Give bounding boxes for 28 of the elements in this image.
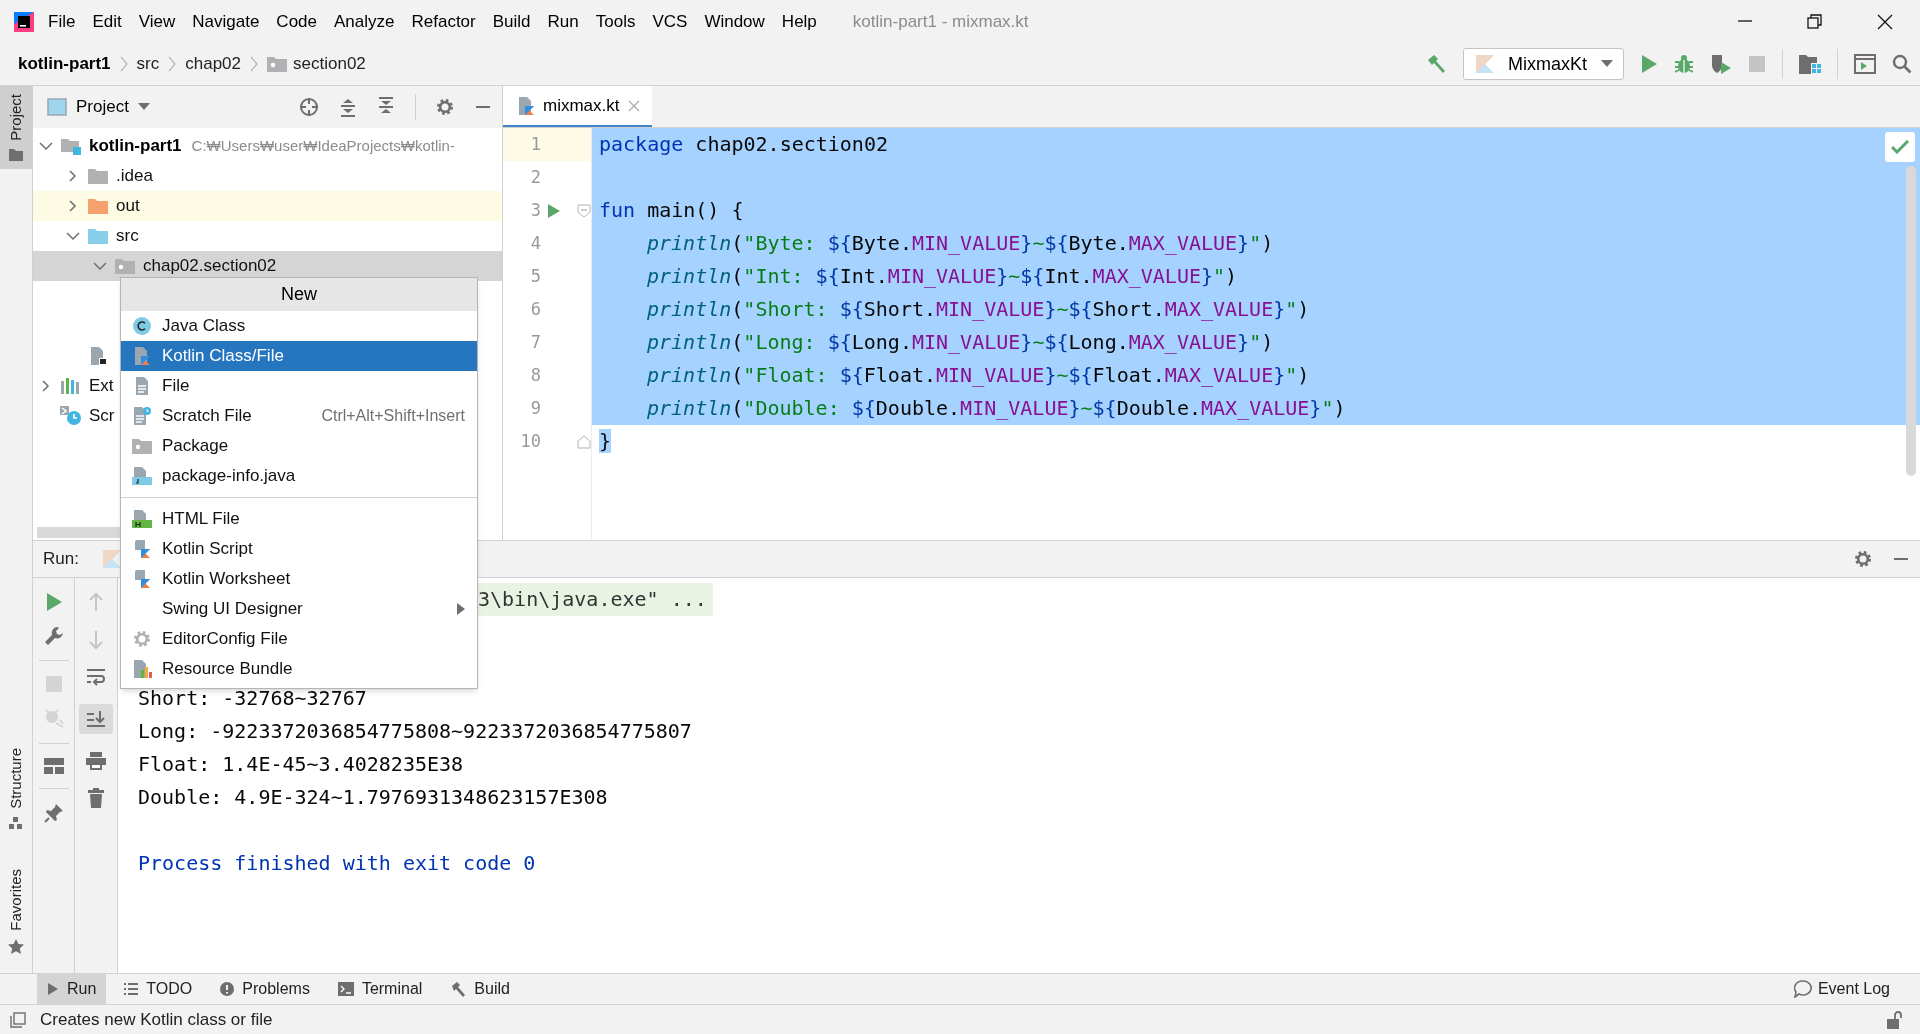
- line-number: 1: [529, 132, 541, 156]
- code-line: println("Int: ${Int.MIN_VALUE}~${Int.MAX_VALUE}"): [647, 263, 1238, 290]
- line-number: 6: [529, 297, 541, 321]
- line-number: 9: [529, 396, 541, 420]
- code-line: println("Short: ${Short.MIN_VALUE}~${Short.MAX_VALUE}"): [647, 296, 1310, 323]
- line-number: 5: [529, 264, 541, 288]
- code-line: fun main() {: [599, 197, 744, 224]
- line-number: 2: [529, 165, 541, 189]
- window-title: kotlin-part1 - mixmax.kt: [852, 10, 1029, 33]
- console-line: Long: -9223372036854775808~9223372036854775807: [138, 718, 692, 745]
- code-line: println("Byte: ${Byte.MIN_VALUE}~${Byte.MAX_VALUE}"): [647, 230, 1274, 257]
- console-line: Process finished with exit code 0: [138, 850, 536, 877]
- code-line: println("Double: ${Double.MIN_VALUE}~${Double.MAX_VALUE}"): [647, 395, 1346, 422]
- line-number: 4: [529, 231, 541, 255]
- line-number: 7: [529, 330, 541, 354]
- code-line: println("Long: ${Long.MIN_VALUE}~${Long.MAX_VALUE}"): [647, 329, 1274, 356]
- file-path: C:₩Users₩user₩IdeaProjects₩kotlin-: [191, 135, 455, 156]
- console-line: Float: 1.4E-45~3.4028235E38: [138, 751, 464, 778]
- code-line: println("Float: ${Float.MIN_VALUE}~${Float.MAX_VALUE}"): [647, 362, 1310, 389]
- panel-title: Run:: [43, 548, 79, 571]
- console-line: Double: 4.9E-324~1.7976931348623157E308: [138, 784, 608, 811]
- status-message: Creates new Kotlin class or file: [40, 1008, 273, 1031]
- code-line: package chap02.section02: [599, 131, 888, 158]
- line-number: 10: [519, 429, 541, 453]
- console-line: Short: -32768~32767: [138, 685, 367, 712]
- menu-title: New: [121, 278, 477, 311]
- line-number: 3: [529, 198, 541, 222]
- line-number: 8: [529, 363, 541, 387]
